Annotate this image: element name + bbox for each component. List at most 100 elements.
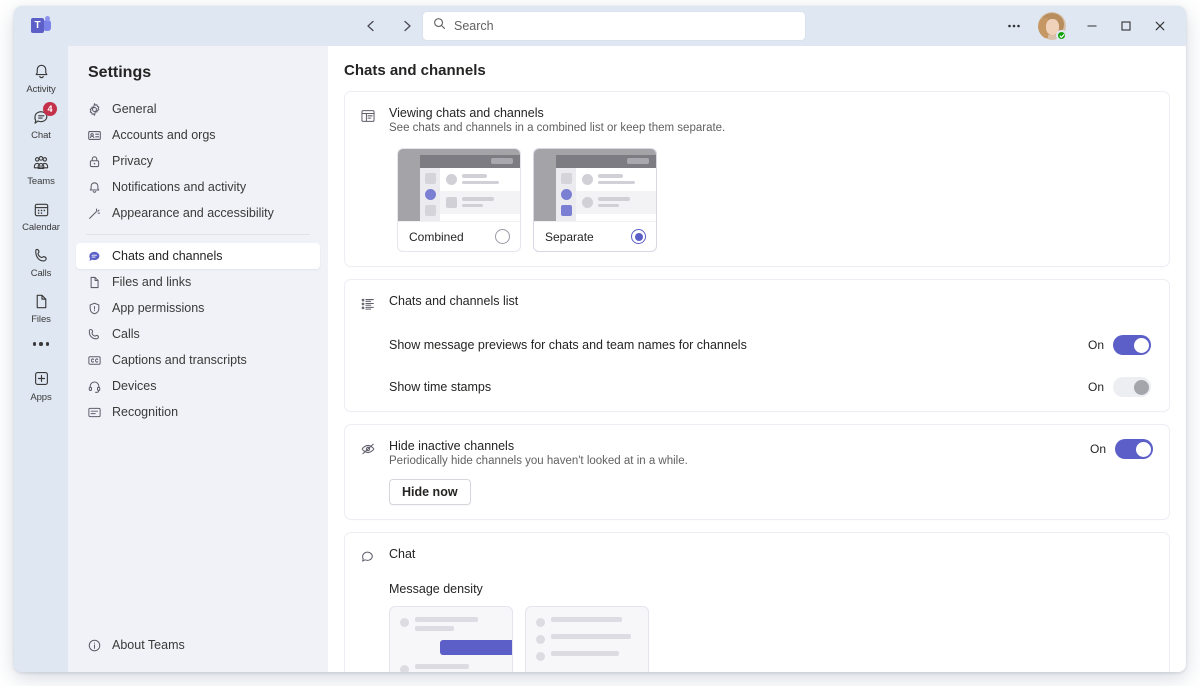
maximize-button[interactable] xyxy=(1110,12,1142,40)
rail-label-activity: Activity xyxy=(26,84,55,95)
bell-icon xyxy=(30,60,52,82)
sidebar-item-captions-and-transcripts[interactable]: Captions and transcripts xyxy=(76,347,320,373)
rail-item-calls[interactable]: Calls xyxy=(16,238,66,282)
back-button[interactable] xyxy=(358,13,384,39)
info-icon xyxy=(86,637,102,653)
card-subtitle: See chats and channels in a combined lis… xyxy=(389,122,725,134)
title-bar: T Search xyxy=(14,6,1186,46)
rail-item-calendar[interactable]: Calendar xyxy=(16,192,66,236)
hide-now-button[interactable]: Hide now xyxy=(389,479,471,505)
list-icon xyxy=(359,295,377,313)
toggle-hide-inactive-channels[interactable] xyxy=(1115,439,1153,459)
rail-item-chat[interactable]: 4 Chat xyxy=(16,100,66,144)
search-icon xyxy=(433,17,446,35)
toggle-state-label: On xyxy=(1090,442,1106,456)
setting-row-show-time-stamps: Show time stamps On xyxy=(389,377,1153,397)
sidebar-item-files-and-links[interactable]: Files and links xyxy=(76,269,320,295)
sidebar-item-app-permissions[interactable]: App permissions xyxy=(76,295,320,321)
phone-icon xyxy=(30,244,52,266)
density-option-compact[interactable] xyxy=(525,606,649,672)
settings-title: Settings xyxy=(68,46,328,96)
option-label-combined: Combined xyxy=(409,230,464,244)
file-icon xyxy=(30,290,52,312)
more-options-button[interactable] xyxy=(998,12,1030,40)
chat-filled-icon xyxy=(86,248,102,264)
app-rail: Activity 4 Chat Teams xyxy=(14,46,68,672)
presence-available-icon xyxy=(1056,30,1067,41)
rail-item-teams[interactable]: Teams xyxy=(16,146,66,190)
toggle-state-label: On xyxy=(1088,338,1104,352)
sidebar-item-recognition[interactable]: Recognition xyxy=(76,399,320,425)
toggle-group: On xyxy=(1088,377,1151,397)
setting-row-show-message-previews: Show message previews for chats and team… xyxy=(389,335,1153,355)
page-title: Chats and channels xyxy=(328,46,1186,91)
rail-item-apps[interactable]: Apps xyxy=(16,362,66,406)
sidebar-label-appearance-and-accessibility: Appearance and accessibility xyxy=(112,206,274,220)
close-button[interactable] xyxy=(1144,12,1176,40)
card-header: Chats and channels list xyxy=(359,294,1153,313)
option-combined[interactable]: Combined xyxy=(397,148,521,252)
rail-label-teams: Teams xyxy=(27,176,54,187)
sidebar-label-accounts-and-orgs: Accounts and orgs xyxy=(112,128,216,142)
rail-item-activity[interactable]: Activity xyxy=(16,54,66,98)
search-bar[interactable]: Search xyxy=(423,12,805,40)
toggle-show-message-previews[interactable] xyxy=(1113,335,1151,355)
chat-unread-badge: 4 xyxy=(43,102,57,116)
gear-icon xyxy=(86,101,102,117)
combined-preview-image xyxy=(398,149,520,221)
view-mode-options: Combined xyxy=(397,148,1153,252)
menu-divider xyxy=(86,234,310,235)
teams-logo-icon: T xyxy=(31,16,51,36)
more-dots-icon[interactable] xyxy=(33,342,50,346)
card-hide-inactive-channels: Hide inactive channels Periodically hide… xyxy=(344,424,1170,520)
sidebar-item-about-teams[interactable]: About Teams xyxy=(76,632,320,658)
option-label-separate: Separate xyxy=(545,230,594,244)
teams-window: T Search xyxy=(14,6,1186,672)
option-separate[interactable]: Separate xyxy=(533,148,657,252)
toggle-show-time-stamps[interactable] xyxy=(1113,377,1151,397)
sidebar-item-appearance-and-accessibility[interactable]: Appearance and accessibility xyxy=(76,200,320,226)
window-body: Activity 4 Chat Teams xyxy=(14,46,1186,672)
teams-people-icon xyxy=(30,152,52,174)
window-controls xyxy=(998,12,1176,40)
settings-footer: About Teams xyxy=(68,632,328,672)
eye-off-icon xyxy=(359,440,377,458)
card-subtitle: Periodically hide channels you haven't l… xyxy=(389,455,688,467)
sidebar-item-accounts-and-orgs[interactable]: Accounts and orgs xyxy=(76,122,320,148)
sidebar-label-about-teams: About Teams xyxy=(112,638,185,652)
card-viewing-chats-and-channels: Viewing chats and channels See chats and… xyxy=(344,91,1170,267)
radio-separate[interactable] xyxy=(631,229,646,244)
minimize-button[interactable] xyxy=(1076,12,1108,40)
sidebar-item-chats-and-channels[interactable]: Chats and channels xyxy=(76,243,320,269)
search-input[interactable]: Search xyxy=(454,19,494,33)
card-header: Viewing chats and channels See chats and… xyxy=(359,106,1153,134)
rail-item-files[interactable]: Files xyxy=(16,284,66,328)
award-list-icon xyxy=(86,404,102,420)
sidebar-label-files-and-links: Files and links xyxy=(112,275,191,289)
rail-label-calendar: Calendar xyxy=(22,222,60,233)
rail-label-files: Files xyxy=(31,314,51,325)
sidebar-label-general: General xyxy=(112,102,156,116)
sidebar-label-devices: Devices xyxy=(112,379,156,393)
density-option-comfy[interactable] xyxy=(389,606,513,672)
sidebar-item-privacy[interactable]: Privacy xyxy=(76,148,320,174)
rail-label-calls: Calls xyxy=(31,268,52,279)
settings-menu: General Accounts and orgs Privacy xyxy=(68,96,328,632)
sidebar-item-notifications-and-activity[interactable]: Notifications and activity xyxy=(76,174,320,200)
settings-sidebar: Settings General Accounts and orgs xyxy=(68,46,328,672)
separate-preview-image xyxy=(534,149,656,221)
navigation-arrows xyxy=(358,13,420,39)
settings-scroll-area[interactable]: Viewing chats and channels See chats and… xyxy=(328,91,1186,672)
sidebar-item-calls[interactable]: Calls xyxy=(76,321,320,347)
card-title: Hide inactive channels xyxy=(389,439,688,453)
sidebar-label-recognition: Recognition xyxy=(112,405,178,419)
sidebar-item-general[interactable]: General xyxy=(76,96,320,122)
chat-outline-icon xyxy=(359,548,377,566)
sidebar-item-devices[interactable]: Devices xyxy=(76,373,320,399)
radio-combined[interactable] xyxy=(495,229,510,244)
id-card-icon xyxy=(86,127,102,143)
forward-button[interactable] xyxy=(394,13,420,39)
phone-icon xyxy=(86,326,102,342)
shield-icon xyxy=(86,300,102,316)
avatar[interactable] xyxy=(1038,12,1066,40)
